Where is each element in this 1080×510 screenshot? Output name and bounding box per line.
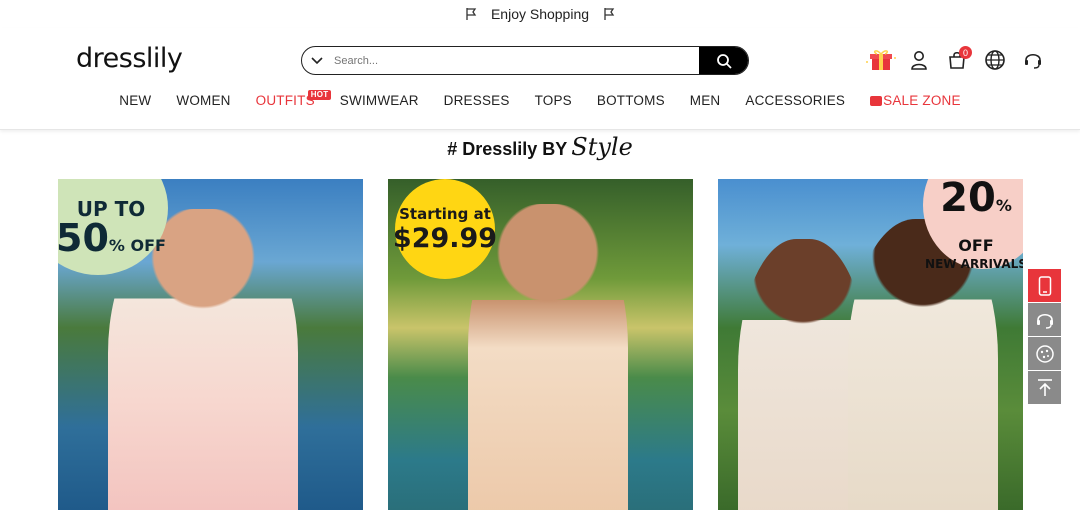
- floating-sidebar: [1028, 269, 1061, 404]
- search-icon: [716, 53, 732, 69]
- search-button[interactable]: [699, 47, 748, 74]
- mobile-icon[interactable]: [1028, 269, 1061, 302]
- announcement-text: Enjoy Shopping: [490, 6, 590, 22]
- gift-icon[interactable]: [862, 48, 900, 72]
- chevron-down-icon[interactable]: [302, 47, 332, 74]
- promo-card-couple[interactable]: 20% OFF NEW ARRIVALS: [718, 179, 1023, 510]
- site-header: dresslily 0 NEW WOMEN OUTFITSHOT SWI: [0, 28, 1080, 130]
- nav-item-accessories[interactable]: ACCESSORIES: [733, 93, 858, 108]
- main-nav: NEW WOMEN OUTFITS HOT SWIMWEAR DRESSES TO…: [0, 90, 1080, 108]
- flag-icon: [466, 8, 477, 20]
- sale-tag-icon: [870, 96, 883, 106]
- section-title-text: # Dresslily BY: [447, 139, 568, 159]
- price-badge: Starting at $29.99: [392, 179, 498, 279]
- nav-item-sale-zone-label: SALE ZONE: [883, 93, 961, 108]
- nav-item-new[interactable]: NEW: [107, 93, 164, 108]
- cookie-icon[interactable]: [1028, 337, 1061, 370]
- promo-card-men[interactable]: UP TO 50% OFF: [58, 179, 363, 510]
- badge-line2: $29.99: [392, 222, 498, 254]
- flag-icon: [604, 8, 615, 20]
- logo[interactable]: dresslily: [76, 43, 183, 74]
- badge-line2: NEW ARRIVALS: [925, 257, 1023, 271]
- badge-unit: % OFF: [108, 236, 166, 255]
- badge-line2: 50: [58, 216, 109, 260]
- discount-badge: 20% OFF NEW ARRIVALS: [923, 179, 1023, 271]
- nav-item-dresses[interactable]: DRESSES: [431, 93, 522, 108]
- globe-icon[interactable]: [976, 48, 1014, 72]
- headset-icon[interactable]: [1028, 303, 1061, 336]
- user-icon[interactable]: [900, 48, 938, 72]
- nav-item-swimwear[interactable]: SWIMWEAR: [327, 93, 431, 108]
- nav-item-outfits[interactable]: OUTFITS HOT: [243, 90, 332, 108]
- nav-item-tops[interactable]: TOPS: [522, 93, 584, 108]
- nav-item-sale-zone[interactable]: SALE ZONE: [858, 93, 974, 108]
- search-input[interactable]: [332, 47, 699, 74]
- nav-item-women[interactable]: WOMEN: [164, 93, 243, 108]
- section-title-style: Style: [571, 133, 633, 161]
- nav-item-bottoms[interactable]: BOTTOMS: [584, 93, 677, 108]
- header-icons: 0: [862, 46, 1052, 72]
- top-announcement-bar: Enjoy Shopping: [0, 0, 1080, 28]
- section-title: # Dresslily BY Style: [0, 133, 1080, 161]
- nav-item-men[interactable]: MEN: [677, 93, 733, 108]
- search-bar: [301, 46, 749, 75]
- nav-item-outfits-label: OUTFITS: [255, 93, 315, 108]
- cart-icon[interactable]: 0: [938, 46, 976, 72]
- cart-count-badge: 0: [959, 46, 972, 59]
- badge-line1: Starting at: [399, 204, 491, 223]
- headset-icon[interactable]: [1014, 48, 1052, 72]
- badge-line1: 20: [940, 179, 996, 221]
- back-to-top-icon[interactable]: [1028, 371, 1061, 404]
- promo-card-women[interactable]: Starting at $29.99: [388, 179, 693, 510]
